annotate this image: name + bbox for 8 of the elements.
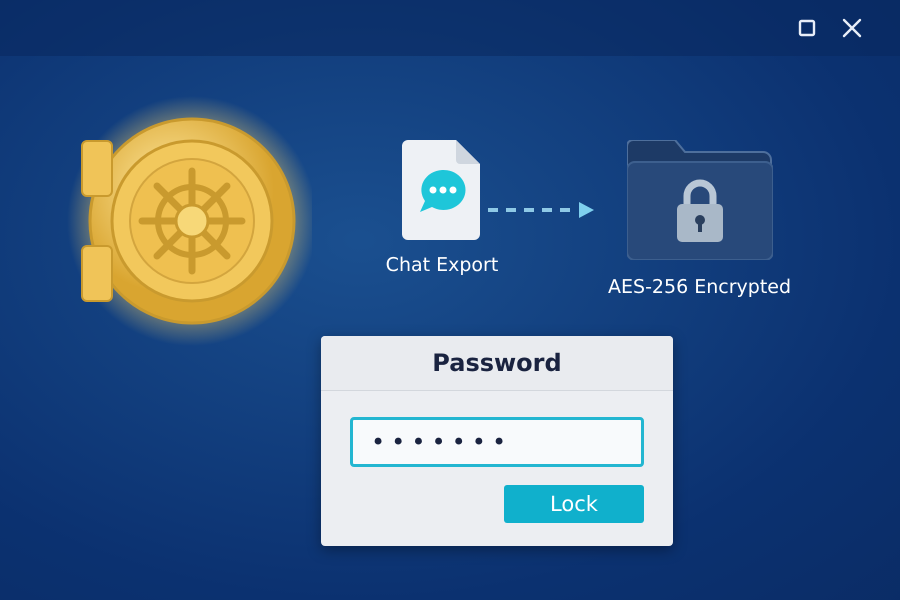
password-field[interactable]: •••••••	[350, 417, 644, 467]
dialog-title: Password	[432, 349, 562, 377]
maximize-icon	[798, 19, 816, 37]
target-label: AES-256 Encrypted	[608, 276, 792, 298]
source-label: Chat Export	[386, 254, 498, 276]
locked-folder-icon	[626, 140, 773, 260]
close-icon	[842, 18, 862, 38]
chat-file-icon	[402, 140, 482, 240]
